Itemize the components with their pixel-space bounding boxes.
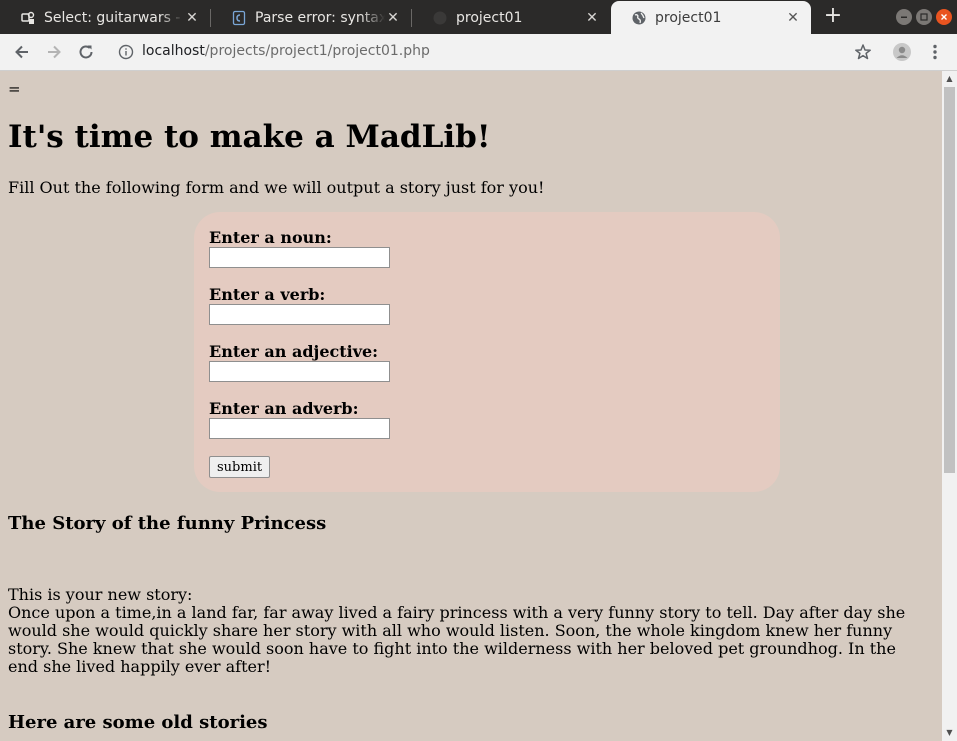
reload-button[interactable] (73, 39, 99, 65)
adjective-label: Enter an adjective: (209, 342, 379, 361)
kebab-menu-icon (933, 44, 937, 60)
page-content: = It's time to make a MadLib! Fill Out t… (0, 71, 942, 741)
scrollbar-thumb[interactable] (944, 87, 955, 473)
back-arrow-icon (15, 45, 28, 59)
verb-input[interactable] (209, 304, 390, 325)
story-text: Once upon a time,in a land far, far away… (8, 603, 906, 676)
close-tab-icon[interactable]: ✕ (385, 10, 401, 26)
verb-label: Enter a verb: (209, 285, 326, 304)
reload-icon (79, 45, 93, 59)
star-icon (855, 44, 871, 60)
blank-page-icon (432, 10, 448, 26)
tab-title: Parse error: syntax e (255, 9, 385, 26)
submit-button[interactable]: submit (209, 456, 271, 478)
tab-strip: Select: guitarwars - / ✕ Parse error: sy… (0, 0, 957, 34)
tab-title: project01 (456, 9, 584, 26)
tab-project01-inactive[interactable]: project01 ✕ (412, 1, 610, 34)
noun-input[interactable] (209, 247, 390, 268)
story-lead: This is your new story: (8, 585, 193, 604)
php-page-icon (231, 10, 247, 26)
adjective-input[interactable] (209, 361, 390, 382)
adverb-input[interactable] (209, 418, 390, 439)
page-title: It's time to make a MadLib! (8, 119, 491, 155)
stray-text: = (8, 80, 21, 98)
database-icon (20, 10, 36, 26)
noun-label: Enter a noun: (209, 228, 332, 247)
avatar-icon (893, 43, 911, 61)
close-window-button[interactable] (936, 9, 952, 25)
info-icon (118, 44, 134, 60)
profile-button[interactable] (889, 39, 915, 65)
madlib-form: Enter a noun: Enter a verb: Enter an adj… (194, 212, 780, 492)
globe-icon (631, 10, 647, 26)
minimize-icon (901, 16, 907, 18)
forward-arrow-icon (48, 45, 61, 59)
tab-project01-active[interactable]: project01 ✕ (611, 1, 811, 34)
url-host: localhost (142, 43, 205, 59)
close-tab-icon[interactable]: ✕ (785, 10, 801, 26)
old-stories-heading: Here are some old stories (8, 712, 268, 733)
menu-button[interactable] (922, 39, 948, 65)
tab-title: project01 (655, 9, 722, 26)
close-tab-icon[interactable]: ✕ (184, 10, 200, 26)
browser-toolbar: localhost/projects/project1/project01.ph… (0, 34, 957, 71)
site-info-button[interactable] (113, 39, 139, 65)
intro-text: Fill Out the following form and we will … (8, 178, 545, 197)
close-tab-icon[interactable]: ✕ (584, 10, 600, 26)
scroll-up-arrow-icon[interactable]: ▲ (942, 72, 957, 86)
story-section: This is your new story: Once upon a time… (8, 586, 928, 676)
url-path: /projects/project1/project01.php (204, 43, 430, 59)
maximize-window-button[interactable] (916, 9, 932, 25)
maximize-icon (920, 13, 928, 21)
tab-guitarwars[interactable]: Select: guitarwars - / ✕ (0, 1, 210, 34)
back-button[interactable] (9, 39, 35, 65)
minimize-window-button[interactable] (896, 9, 912, 25)
close-icon (941, 14, 947, 20)
new-tab-button[interactable]: + (822, 5, 844, 27)
bookmark-button[interactable] (850, 39, 876, 65)
tab-parse-error[interactable]: Parse error: syntax e ✕ (211, 1, 411, 34)
address-bar[interactable]: localhost/projects/project1/project01.ph… (142, 43, 430, 59)
scroll-down-arrow-icon[interactable]: ▼ (942, 726, 957, 740)
forward-button[interactable] (41, 39, 67, 65)
tab-title: Select: guitarwars - / (44, 9, 184, 26)
vertical-scrollbar[interactable]: ▲ ▼ (942, 71, 957, 741)
story-title: The Story of the funny Princess (8, 513, 327, 534)
adverb-label: Enter an adverb: (209, 399, 359, 418)
